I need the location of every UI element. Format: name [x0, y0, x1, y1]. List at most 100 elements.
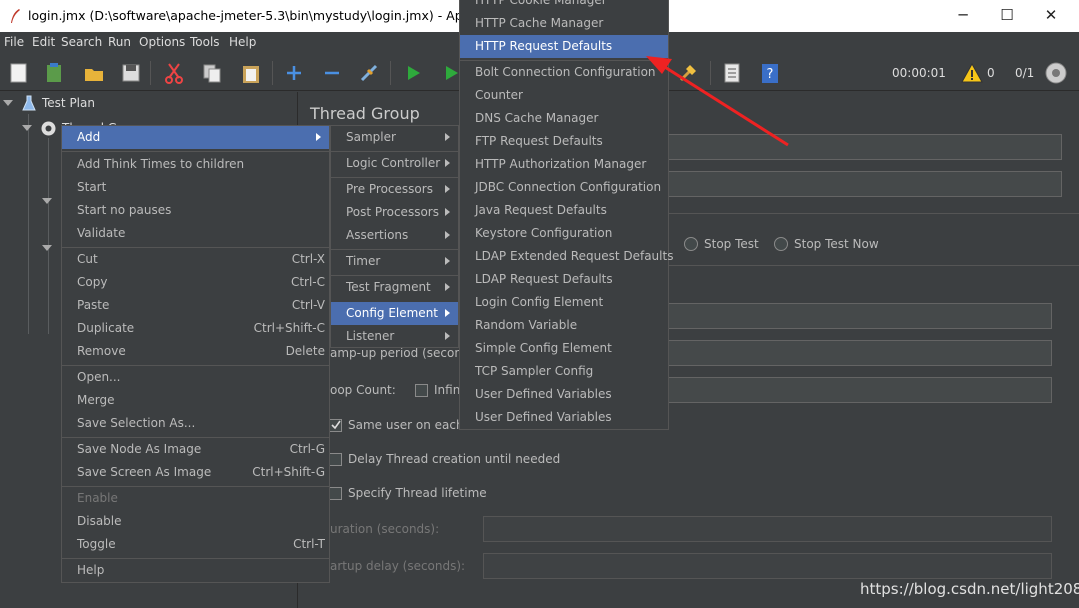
name-field[interactable]: [666, 134, 1062, 160]
save-icon[interactable]: [120, 62, 142, 84]
menu-item-help[interactable]: Help: [62, 559, 329, 582]
templates-icon[interactable]: [43, 62, 65, 84]
menu-options[interactable]: Options: [139, 35, 185, 49]
chevron-down-icon[interactable]: [3, 100, 13, 106]
menu-item-remove[interactable]: Remove Delete: [62, 340, 329, 363]
menu-tools[interactable]: Tools: [190, 35, 220, 49]
tree-node-test-plan[interactable]: Test Plan: [42, 96, 95, 110]
menu-item-disable[interactable]: Disable: [62, 510, 329, 533]
menu-item-post-processors[interactable]: Post Processors: [331, 201, 458, 224]
menu-item-random-variable[interactable]: Random Variable: [460, 314, 668, 337]
duration-field[interactable]: [483, 516, 1052, 542]
menu-item-save-node-as-image[interactable]: Save Node As Image Ctrl-G: [62, 438, 329, 461]
menu-item-add[interactable]: Add: [62, 126, 329, 149]
svg-text:?: ?: [767, 67, 774, 82]
menu-item-merge[interactable]: Merge: [62, 389, 329, 412]
menu-search[interactable]: Search: [61, 35, 102, 49]
new-icon[interactable]: [8, 62, 30, 84]
paste-icon[interactable]: [240, 62, 262, 84]
menu-item-http-authorization-manager[interactable]: HTTP Authorization Manager: [460, 153, 668, 176]
menu-item-dns-cache-manager[interactable]: DNS Cache Manager: [460, 107, 668, 130]
loop-count-field[interactable]: [666, 377, 1052, 403]
menu-item-simple-config-element[interactable]: Simple Config Element: [460, 337, 668, 360]
menu-item-user-defined-variables[interactable]: User Defined Variables: [460, 383, 668, 406]
menu-item-bolt-connection-configuration[interactable]: Bolt Connection Configuration: [460, 61, 668, 84]
same-user-label: Same user on each: [348, 418, 464, 432]
menu-item-sampler[interactable]: Sampler: [331, 126, 458, 149]
menu-item-ldap-extended-request-defaults[interactable]: LDAP Extended Request Defaults: [460, 245, 673, 268]
menu-item-duplicate[interactable]: Duplicate Ctrl+Shift-C: [62, 317, 329, 340]
tree-guide-line: [48, 138, 49, 334]
infinite-checkbox[interactable]: [415, 384, 428, 397]
menu-item-start[interactable]: Start: [62, 176, 329, 199]
menu-item-test-fragment[interactable]: Test Fragment: [331, 276, 458, 299]
menu-item-toggle[interactable]: Toggle Ctrl-T: [62, 533, 329, 556]
start-icon[interactable]: [402, 62, 424, 84]
menu-item-login-config-element[interactable]: Login Config Element: [460, 291, 668, 314]
open-icon[interactable]: [83, 62, 105, 84]
menu-item-http-cookie-manager[interactable]: HTTP Cookie Manager: [460, 0, 668, 12]
stop-test-now-radio[interactable]: [774, 237, 788, 251]
warning-icon[interactable]: [961, 62, 983, 84]
cut-icon[interactable]: [163, 62, 185, 84]
delay-creation-checkbox[interactable]: [329, 453, 342, 466]
window-title: login.jmx (D:\software\apache-jmeter-5.3…: [28, 8, 493, 23]
menu-item-cut[interactable]: Cut Ctrl-X: [62, 248, 329, 271]
function-helper-icon[interactable]: [721, 62, 743, 84]
menu-item-add-think-times[interactable]: Add Think Times to children: [62, 153, 329, 176]
clear-all-icon[interactable]: [677, 62, 699, 84]
menu-item-listener[interactable]: Listener: [331, 325, 458, 348]
menu-item-java-request-defaults[interactable]: Java Request Defaults: [460, 199, 668, 222]
menu-item-save-selection-as[interactable]: Save Selection As...: [62, 412, 329, 435]
expand-all-icon[interactable]: [283, 62, 305, 84]
menu-item-save-screen-as-image[interactable]: Save Screen As Image Ctrl+Shift-G: [62, 461, 329, 484]
submenu-arrow-icon: [445, 159, 450, 167]
jmeter-feather-icon: [11, 9, 20, 23]
copy-icon[interactable]: [201, 62, 223, 84]
toggle-icon[interactable]: [358, 62, 380, 84]
menu-item-assertions[interactable]: Assertions: [331, 224, 458, 247]
stop-test-radio[interactable]: [684, 237, 698, 251]
menu-item-timer[interactable]: Timer: [331, 250, 458, 273]
minimize-button[interactable]: ─: [948, 4, 978, 26]
chevron-down-icon[interactable]: [22, 125, 32, 131]
comments-field[interactable]: [666, 171, 1062, 197]
menu-edit[interactable]: Edit: [32, 35, 55, 49]
collapse-all-icon[interactable]: [321, 62, 343, 84]
chevron-down-icon[interactable]: [42, 198, 52, 204]
menu-item-copy[interactable]: Copy Ctrl-C: [62, 271, 329, 294]
help-icon[interactable]: ?: [759, 62, 781, 84]
menu-item-logic-controller[interactable]: Logic Controller: [331, 152, 458, 175]
startup-delay-field[interactable]: [483, 553, 1052, 579]
menu-item-ftp-request-defaults[interactable]: FTP Request Defaults: [460, 130, 668, 153]
menu-item-keystore-configuration[interactable]: Keystore Configuration: [460, 222, 668, 245]
menu-item-counter[interactable]: Counter: [460, 84, 668, 107]
menu-item-paste[interactable]: Paste Ctrl-V: [62, 294, 329, 317]
menu-item-validate[interactable]: Validate: [62, 222, 329, 245]
loop-count-label: oop Count:: [330, 383, 396, 397]
menu-item-ldap-request-defaults[interactable]: LDAP Request Defaults: [460, 268, 668, 291]
menu-separator: [62, 151, 329, 152]
chevron-down-icon[interactable]: [42, 245, 52, 251]
submenu-arrow-icon: [445, 133, 450, 141]
menu-item-http-cache-manager[interactable]: HTTP Cache Manager: [460, 12, 668, 35]
menu-run[interactable]: Run: [108, 35, 131, 49]
menu-item-pre-processors[interactable]: Pre Processors: [331, 178, 458, 201]
same-user-checkbox[interactable]: [329, 419, 342, 432]
close-button[interactable]: ✕: [1036, 4, 1066, 26]
menu-help[interactable]: Help: [229, 35, 256, 49]
menu-file[interactable]: File: [4, 35, 24, 49]
menu-item-jdbc-connection-configuration[interactable]: JDBC Connection Configuration: [460, 176, 668, 199]
ramp-up-field[interactable]: [666, 340, 1052, 366]
menu-item-user-defined-variables[interactable]: User Defined Variables: [460, 406, 668, 429]
menu-item-http-request-defaults[interactable]: HTTP Request Defaults: [460, 35, 668, 58]
menu-item-tcp-sampler-config[interactable]: TCP Sampler Config: [460, 360, 668, 383]
test-plan-icon: [22, 95, 36, 111]
number-of-threads-field[interactable]: [666, 303, 1052, 329]
specify-lifetime-checkbox[interactable]: [329, 487, 342, 500]
menu-item-open[interactable]: Open...: [62, 366, 329, 389]
submenu-arrow-icon: [316, 133, 321, 141]
maximize-button[interactable]: ☐: [992, 4, 1022, 26]
menu-item-start-no-pauses[interactable]: Start no pauses: [62, 199, 329, 222]
menu-item-config-element[interactable]: Config Element: [331, 302, 458, 325]
